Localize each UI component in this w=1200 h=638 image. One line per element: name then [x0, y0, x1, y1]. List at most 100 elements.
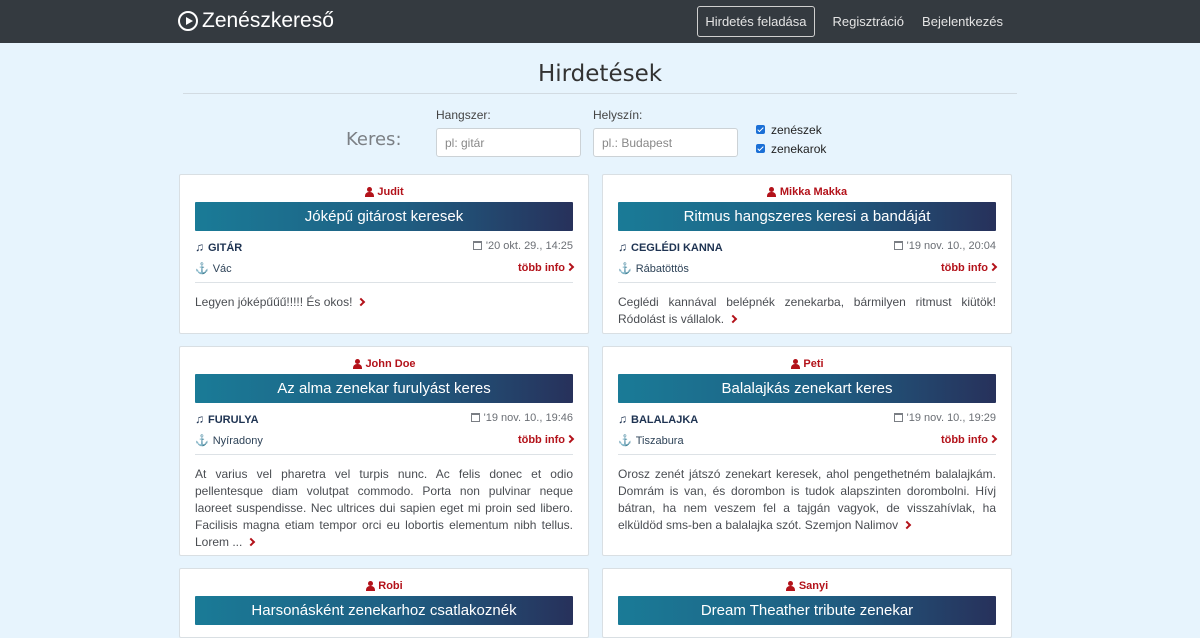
location-text: Rábatöttös — [635, 263, 689, 275]
user-icon — [352, 358, 362, 369]
instrument-name: GITÁR — [208, 242, 243, 254]
ad-meta-row: ⚓ Tiszabura több info — [618, 429, 998, 451]
bands-checkbox[interactable]: zenekarok — [756, 139, 826, 158]
location-field-group: Helyszín: — [593, 108, 738, 157]
divider — [195, 282, 573, 283]
ad-card: Robi Harsonásként zenekarhoz csatlakozné… — [179, 568, 589, 638]
more-info-link[interactable]: több info — [517, 262, 575, 274]
ad-location: ⚓ Rábatöttös — [618, 262, 689, 275]
ad-instrument: ♫ FURULYA — [195, 412, 259, 426]
more-info-link[interactable]: több info — [940, 434, 998, 446]
ad-author[interactable]: Judit — [180, 185, 588, 198]
date-text: '20 okt. 29., 14:25 — [485, 240, 573, 252]
more-info-label: több info — [517, 434, 565, 446]
music-note-icon: ♫ — [618, 240, 627, 254]
page-title: Hirdetések — [537, 61, 663, 87]
ad-author[interactable]: Mikka Makka — [603, 185, 1011, 198]
ad-author[interactable]: Robi — [180, 579, 588, 592]
ad-title[interactable]: Jóképű gitárost keresek — [195, 202, 573, 231]
location-input[interactable] — [593, 128, 738, 157]
date-text: '19 nov. 10., 20:04 — [906, 240, 996, 252]
login-link[interactable]: Bejelentkezés — [913, 7, 1012, 36]
search-form: Keres: Hangszer: Helyszín: zenészek zene… — [0, 94, 1200, 172]
ad-title[interactable]: Harsonásként zenekarhoz csatlakoznék — [195, 596, 573, 625]
instrument-name: BALALAJKA — [631, 414, 699, 426]
ad-instrument: ♫ CEGLÉDI KANNA — [618, 240, 723, 254]
ad-description: Legyen jóképűűű!!!!! És okos! — [195, 294, 573, 311]
chevron-right-icon[interactable] — [902, 520, 912, 530]
location-pin-icon: ⚓ — [618, 263, 632, 275]
location-text: Vác — [212, 263, 232, 275]
instrument-input[interactable] — [436, 128, 581, 157]
more-info-label: több info — [517, 262, 565, 274]
divider — [618, 282, 996, 283]
ad-title[interactable]: Dream Theather tribute zenekar — [618, 596, 996, 625]
checkbox-checked-icon[interactable] — [756, 125, 765, 134]
chevron-right-icon — [988, 434, 998, 444]
calendar-icon — [470, 413, 480, 422]
ad-author[interactable]: John Doe — [180, 357, 588, 370]
music-note-icon: ♫ — [195, 412, 204, 426]
brand-logo[interactable]: Zenészkereső — [178, 9, 334, 33]
chevron-right-icon[interactable] — [357, 297, 366, 307]
author-name: Robi — [378, 579, 403, 592]
instrument-field-group: Hangszer: — [436, 108, 581, 157]
ad-meta-row: ⚓ Vác több info — [195, 257, 575, 279]
music-note-icon: ♫ — [618, 412, 627, 426]
ad-author[interactable]: Peti — [603, 357, 1011, 370]
ad-date: '19 nov. 10., 19:46 — [470, 412, 573, 424]
post-ad-button[interactable]: Hirdetés feladása — [697, 6, 815, 37]
ad-title[interactable]: Ritmus hangszeres keresi a bandáját — [618, 202, 996, 231]
ad-description: Orosz zenét játszó zenekart keresek, aho… — [618, 466, 996, 534]
description-text: Orosz zenét játszó zenekart keresek, aho… — [618, 467, 996, 532]
ad-description: Ceglédi kannával belépnék zenekarba, bár… — [618, 294, 996, 328]
location-pin-icon: ⚓ — [195, 435, 209, 447]
ad-meta-row: ⚓ Nyíradony több info — [195, 429, 575, 451]
more-info-label: több info — [940, 434, 988, 446]
navbar: Zenészkereső Hirdetés feladása Regisztrá… — [0, 0, 1200, 43]
ad-location: ⚓ Vác — [195, 262, 232, 275]
instrument-label: Hangszer: — [436, 108, 491, 122]
ad-date: '19 nov. 10., 20:04 — [893, 240, 996, 252]
register-link[interactable]: Regisztráció — [824, 7, 914, 36]
ad-location: ⚓ Nyíradony — [195, 434, 263, 447]
ad-author[interactable]: Sanyi — [603, 579, 1011, 592]
ad-title[interactable]: Az alma zenekar furulyást keres — [195, 374, 573, 403]
search-lead-label: Keres: — [346, 129, 402, 150]
ad-card: Judit Jóképű gitárost keresek ♫ GITÁR '20… — [179, 174, 589, 334]
chevron-right-icon — [565, 262, 575, 272]
description-text: Legyen jóképűűű!!!!! És okos! — [195, 295, 353, 309]
date-text: '19 nov. 10., 19:29 — [906, 412, 996, 424]
location-text: Nyíradony — [212, 435, 263, 447]
checkbox-checked-icon[interactable] — [756, 144, 765, 153]
author-name: John Doe — [365, 357, 416, 370]
ad-meta-row: ♫ FURULYA '19 nov. 10., 19:46 — [195, 407, 573, 429]
divider — [618, 454, 996, 455]
author-name: Judit — [377, 185, 404, 198]
musicians-checkbox[interactable]: zenészek — [756, 120, 826, 139]
nav-links: Hirdetés feladása Regisztráció Bejelentk… — [697, 6, 1012, 37]
chevron-right-icon — [988, 262, 998, 272]
calendar-icon — [893, 413, 903, 422]
user-icon — [364, 186, 374, 197]
filter-checkboxes: zenészek zenekarok — [756, 120, 826, 158]
chevron-right-icon[interactable] — [728, 314, 738, 324]
author-name: Mikka Makka — [779, 185, 848, 198]
more-info-link[interactable]: több info — [517, 434, 575, 446]
ad-instrument: ♫ BALALAJKA — [618, 412, 698, 426]
chevron-right-icon[interactable] — [247, 537, 256, 547]
user-icon — [365, 580, 375, 591]
divider — [195, 454, 573, 455]
brand-name: Zenészkereső — [202, 9, 334, 32]
ad-meta-row: ♫ BALALAJKA '19 nov. 10., 19:29 — [618, 407, 996, 429]
description-text: At varius vel pharetra vel turpis nunc. … — [195, 467, 573, 549]
play-circle-icon — [178, 11, 198, 31]
chevron-right-icon — [565, 434, 575, 444]
more-info-link[interactable]: több info — [941, 262, 998, 274]
location-text: Tiszabura — [635, 435, 684, 447]
ad-title[interactable]: Balalajkás zenekart keres — [618, 374, 996, 403]
instrument-name: FURULYA — [208, 414, 259, 426]
author-name: Peti — [803, 357, 824, 370]
author-name: Sanyi — [798, 579, 829, 592]
ad-card: Peti Balalajkás zenekart keres ♫ BALALAJK… — [602, 346, 1012, 556]
